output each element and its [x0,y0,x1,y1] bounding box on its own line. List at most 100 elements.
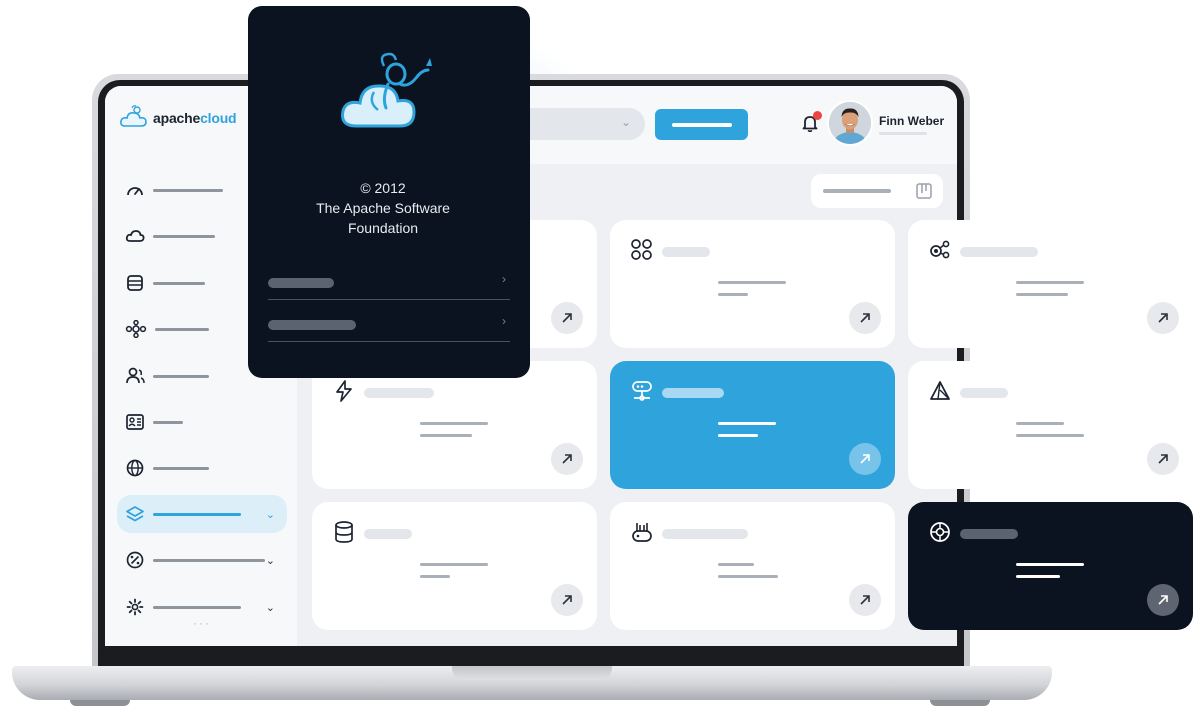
card-text-placeholder [1016,563,1084,566]
card-text-placeholder [718,422,776,425]
lightning-icon [332,379,356,408]
nodes-icon [928,238,952,267]
view-toggle[interactable] [811,174,943,208]
card-text-placeholder [420,563,488,566]
card-text-placeholder [420,422,488,425]
card-text-placeholder [1016,422,1064,425]
card-text-placeholder [1016,281,1084,284]
service-card-dark[interactable] [908,502,1193,630]
triangle-icon [928,379,952,408]
nav-label-placeholder [155,327,209,331]
percent-badge-icon [126,551,144,569]
open-card-button[interactable] [1147,302,1179,334]
service-card[interactable] [610,502,895,630]
card-title-placeholder [364,388,434,398]
nav-label-placeholder [153,281,205,285]
copyright-text: © 2012 The Apache Software Foundation [248,178,518,238]
arrow-up-right-icon [1158,595,1168,605]
kubernetes-icon [630,379,654,408]
card-text-placeholder [1016,293,1068,296]
card-text-placeholder [718,281,786,284]
database-icon [332,520,356,549]
nav-label-placeholder [153,466,209,470]
primary-action-button[interactable] [655,109,748,140]
card-text-placeholder [420,575,450,578]
user-role-placeholder [879,132,927,135]
open-card-button[interactable] [849,302,881,334]
sidebar-item-billing[interactable]: ⌄ [117,541,287,579]
sidebar-item-profiles[interactable] [117,403,287,441]
arrow-up-right-icon [562,595,572,605]
card-title-placeholder [662,529,748,539]
card-title-placeholder [960,388,1008,398]
nav-label-placeholder [153,420,183,424]
notifications-button[interactable] [802,111,822,137]
open-card-button[interactable] [551,584,583,616]
sidebar-item-global[interactable] [117,449,287,487]
service-card[interactable] [610,220,895,348]
id-card-icon [126,414,144,430]
cloud-icon [125,230,145,242]
board-icon [916,183,932,199]
open-card-button[interactable] [1147,584,1179,616]
button-label-placeholder [671,122,732,127]
nav-label-placeholder [153,558,265,562]
nav-label-placeholder [153,605,241,609]
about-popup: © 2012 The Apache Software Foundation › … [248,6,530,378]
gear-icon [126,598,144,616]
service-card[interactable] [908,361,1193,489]
gauge-icon [127,187,143,196]
service-card[interactable] [908,220,1193,348]
chevron-down-icon: ⌄ [265,554,275,567]
app-screen: apachecloud ⌄ Finn Weber ⌄ ⌄ ⌄ ··· [105,86,957,646]
sidebar-more-dots[interactable]: ··· [193,616,211,630]
router-icon [630,520,654,549]
card-text-placeholder [1016,434,1084,437]
card-text-placeholder [718,434,758,437]
apache-cloud-logo [338,48,448,143]
menu-label-placeholder [268,278,334,288]
chevron-down-icon: ⌄ [265,601,275,614]
arrow-up-right-icon [1158,313,1168,323]
layers-icon [126,506,144,522]
card-text-placeholder [718,293,748,296]
popup-menu-item[interactable]: › [268,302,510,342]
open-card-button[interactable] [551,302,583,334]
popup-menu-item[interactable]: › [268,260,510,300]
chevron-down-icon: ⌄ [265,508,275,521]
nav-label-placeholder [153,234,215,238]
users-icon [126,367,145,384]
card-text-placeholder [718,563,754,566]
card-title-placeholder [662,247,710,257]
open-card-button[interactable] [849,443,881,475]
chevron-right-icon: › [502,272,506,286]
laptop-foot [70,700,130,706]
service-card[interactable] [312,502,597,630]
database-rows-icon [127,275,143,291]
chevron-down-icon: ⌄ [620,115,631,129]
open-card-button[interactable] [1147,443,1179,475]
avatar-image [829,102,871,144]
copyright-org-line2: Foundation [347,220,419,236]
open-card-button[interactable] [551,443,583,475]
laptop-notch [452,666,612,680]
globe-icon [126,459,144,477]
brand-logo[interactable]: apachecloud [119,104,237,132]
service-card-selected[interactable] [610,361,895,489]
notification-dot [813,111,822,120]
card-title-placeholder [960,529,1018,539]
arrow-up-right-icon [860,313,870,323]
menu-label-placeholder [268,320,356,330]
top-header: apachecloud ⌄ Finn Weber [105,86,957,164]
view-label-placeholder [823,189,891,193]
user-avatar[interactable] [827,100,873,146]
arrow-up-right-icon [1158,454,1168,464]
service-card[interactable] [312,361,597,489]
card-text-placeholder [420,434,472,437]
laptop-foot [930,700,990,706]
card-title-placeholder [662,388,724,398]
network-icon [125,320,147,338]
open-card-button[interactable] [849,584,881,616]
card-title-placeholder [960,247,1038,257]
sidebar-item-layers[interactable]: ⌄ [117,495,287,533]
